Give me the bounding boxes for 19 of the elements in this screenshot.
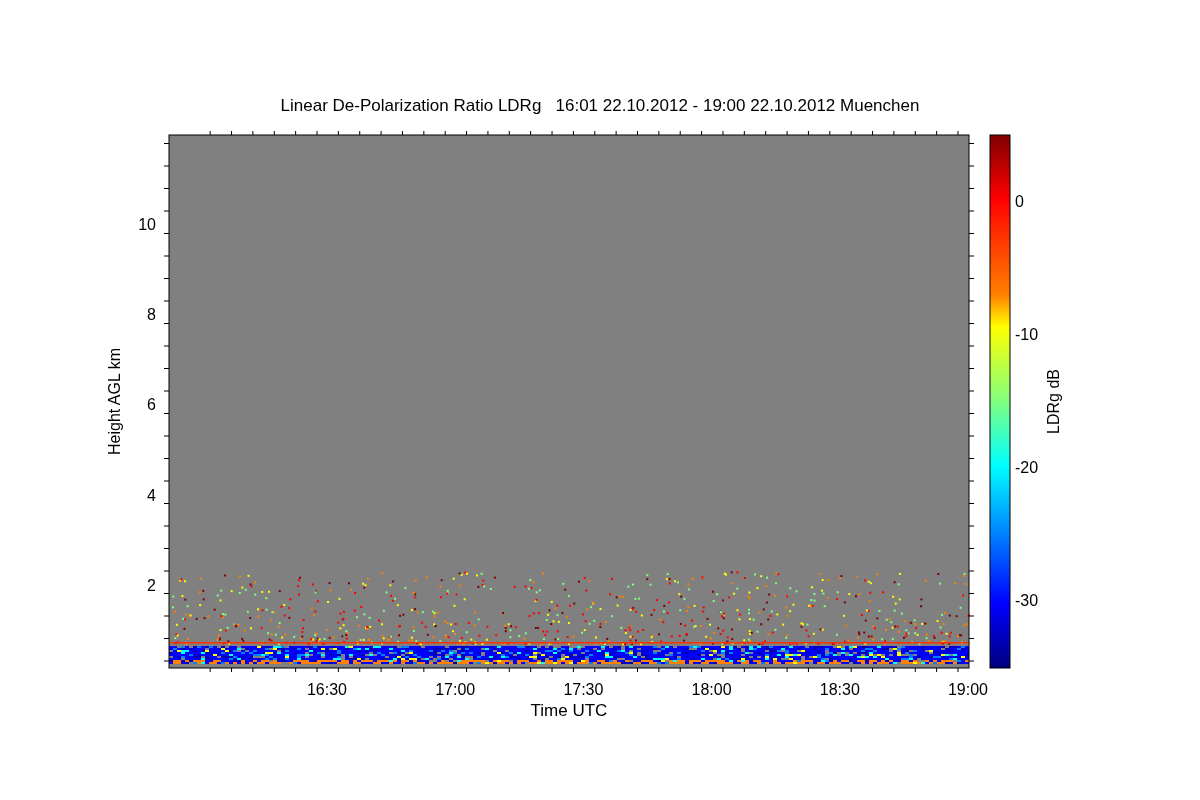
colorbar-tick-label: -20 (1015, 459, 1039, 476)
colorbar-tick-label: 0 (1015, 193, 1024, 210)
x-axis-label: Time UTC (530, 701, 608, 720)
x-tick-label: 17:30 (563, 681, 604, 698)
x-tick-label: 16:30 (307, 681, 347, 698)
colorbar-tick-label: -30 (1015, 592, 1039, 609)
colorbar-tick-label: -10 (1015, 326, 1039, 343)
colorbar-label: LDRg dB (1045, 369, 1062, 434)
x-tick-label: 19:00 (948, 681, 988, 698)
chart-title: Linear De-Polarization Ratio LDRg 16:01 22.10.2012 - 19:00 22.10.2012 Muenchen (280, 94, 920, 117)
y-tick-label: 2 (147, 576, 156, 594)
x-tick-label: 18:30 (819, 681, 860, 698)
x-tick-label: 18:00 (691, 681, 732, 698)
y-tick-label: 10 (138, 216, 156, 233)
y-tick-label: 6 (147, 396, 156, 414)
y-tick-label: 8 (147, 306, 156, 324)
x-tick-label: 17:00 (435, 681, 476, 698)
y-tick-label: 4 (147, 486, 156, 504)
y-axis-label: Height AGL km (106, 348, 123, 455)
